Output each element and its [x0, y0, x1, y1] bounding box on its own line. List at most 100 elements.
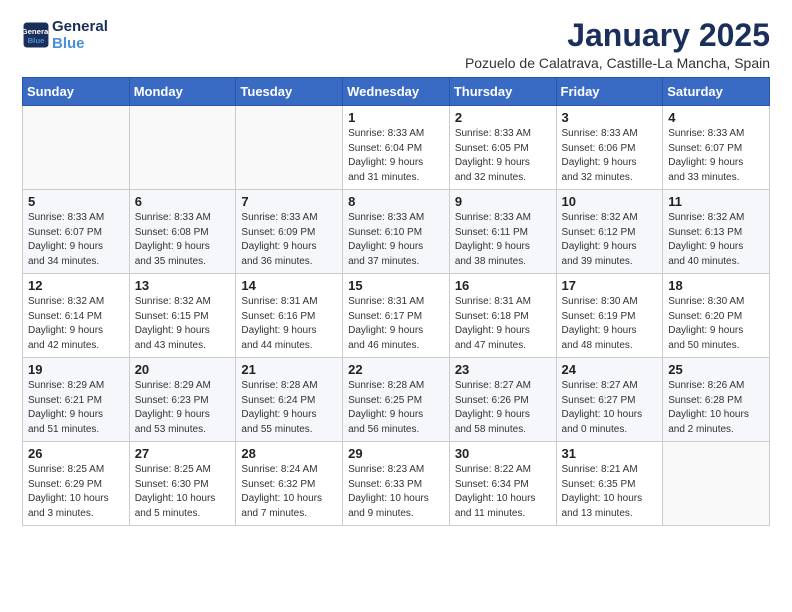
- day-number: 30: [455, 446, 551, 461]
- logo: General Blue GeneralBlue: [22, 18, 108, 53]
- calendar-cell: 24 Sunrise: 8:27 AM Sunset: 6:27 PM Dayli…: [556, 358, 663, 442]
- day-number: 19: [28, 362, 124, 377]
- calendar-cell: 8 Sunrise: 8:33 AM Sunset: 6:10 PM Daylig…: [343, 190, 450, 274]
- header: General Blue GeneralBlue January 2025 Po…: [22, 18, 770, 71]
- calendar-cell: 22 Sunrise: 8:28 AM Sunset: 6:25 PM Dayli…: [343, 358, 450, 442]
- calendar-cell: [23, 106, 130, 190]
- calendar-cell: 28Sunrise: 8:24 AM Sunset: 6:32 PM Dayli…: [236, 442, 343, 526]
- day-info: Sunrise: 8:33 AM Sunset: 6:10 PM Dayligh…: [348, 211, 444, 269]
- calendar-cell: 6Sunrise: 8:33 AM Sunset: 6:08 PM Daylig…: [129, 190, 236, 274]
- day-number: 5: [28, 194, 124, 209]
- weekday-header: Friday: [556, 78, 663, 106]
- day-number: 7: [241, 194, 337, 209]
- calendar-cell: 21 Sunrise: 8:28 AM Sunset: 6:24 PM Dayli…: [236, 358, 343, 442]
- calendar-week-row: 12Sunrise: 8:32 AM Sunset: 6:14 PM Dayli…: [23, 274, 770, 358]
- day-number: 21: [241, 362, 337, 377]
- calendar-cell: 13 Sunrise: 8:32 AM Sunset: 6:15 PM Dayli…: [129, 274, 236, 358]
- calendar-cell: [129, 106, 236, 190]
- day-info: Sunrise: 8:33 AM Sunset: 6:09 PM Dayligh…: [241, 211, 337, 269]
- day-info: Sunrise: 8:29 AM Sunset: 6:21 PM Dayligh…: [28, 379, 124, 437]
- day-info: Sunrise: 8:31 AM Sunset: 6:17 PM Dayligh…: [348, 295, 444, 353]
- day-info: Sunrise: 8:32 AM Sunset: 6:13 PM Dayligh…: [668, 211, 764, 269]
- day-number: 24: [562, 362, 658, 377]
- calendar-cell: [663, 442, 770, 526]
- calendar-cell: 3 Sunrise: 8:33 AM Sunset: 6:06 PM Daylig…: [556, 106, 663, 190]
- day-number: 17: [562, 278, 658, 293]
- day-number: 8: [348, 194, 444, 209]
- calendar-cell: 30 Sunrise: 8:22 AM Sunset: 6:34 PM Dayli…: [449, 442, 556, 526]
- page-subtitle: Pozuelo de Calatrava, Castille-La Mancha…: [465, 55, 770, 71]
- day-info: Sunrise: 8:30 AM Sunset: 6:20 PM Dayligh…: [668, 295, 764, 353]
- day-info: Sunrise: 8:33 AM Sunset: 6:07 PM Dayligh…: [668, 127, 764, 185]
- day-info: Sunrise: 8:27 AM Sunset: 6:26 PM Dayligh…: [455, 379, 551, 437]
- day-info: Sunrise: 8:29 AM Sunset: 6:23 PM Dayligh…: [135, 379, 231, 437]
- svg-text:General: General: [22, 27, 50, 36]
- day-info: Sunrise: 8:25 AM Sunset: 6:30 PM Dayligh…: [135, 463, 231, 521]
- weekday-header: Monday: [129, 78, 236, 106]
- calendar-cell: 7 Sunrise: 8:33 AM Sunset: 6:09 PM Daylig…: [236, 190, 343, 274]
- day-number: 14: [241, 278, 337, 293]
- calendar-cell: 12Sunrise: 8:32 AM Sunset: 6:14 PM Dayli…: [23, 274, 130, 358]
- day-number: 13: [135, 278, 231, 293]
- day-info: Sunrise: 8:21 AM Sunset: 6:35 PM Dayligh…: [562, 463, 658, 521]
- calendar-header-row: SundayMondayTuesdayWednesdayThursdayFrid…: [23, 78, 770, 106]
- calendar-cell: 19 Sunrise: 8:29 AM Sunset: 6:21 PM Dayli…: [23, 358, 130, 442]
- day-number: 31: [562, 446, 658, 461]
- day-info: Sunrise: 8:32 AM Sunset: 6:15 PM Dayligh…: [135, 295, 231, 353]
- day-number: 15: [348, 278, 444, 293]
- day-info: Sunrise: 8:33 AM Sunset: 6:04 PM Dayligh…: [348, 127, 444, 185]
- calendar-week-row: 26Sunrise: 8:25 AM Sunset: 6:29 PM Dayli…: [23, 442, 770, 526]
- day-number: 4: [668, 110, 764, 125]
- logo-text: GeneralBlue: [52, 18, 108, 53]
- day-number: 11: [668, 194, 764, 209]
- calendar-cell: 10 Sunrise: 8:32 AM Sunset: 6:12 PM Dayli…: [556, 190, 663, 274]
- day-info: Sunrise: 8:28 AM Sunset: 6:25 PM Dayligh…: [348, 379, 444, 437]
- day-info: Sunrise: 8:33 AM Sunset: 6:11 PM Dayligh…: [455, 211, 551, 269]
- day-number: 22: [348, 362, 444, 377]
- day-info: Sunrise: 8:33 AM Sunset: 6:05 PM Dayligh…: [455, 127, 551, 185]
- calendar-table: SundayMondayTuesdayWednesdayThursdayFrid…: [22, 77, 770, 526]
- day-info: Sunrise: 8:33 AM Sunset: 6:06 PM Dayligh…: [562, 127, 658, 185]
- day-info: Sunrise: 8:32 AM Sunset: 6:12 PM Dayligh…: [562, 211, 658, 269]
- calendar-cell: 16Sunrise: 8:31 AM Sunset: 6:18 PM Dayli…: [449, 274, 556, 358]
- weekday-header: Wednesday: [343, 78, 450, 106]
- day-info: Sunrise: 8:33 AM Sunset: 6:07 PM Dayligh…: [28, 211, 124, 269]
- day-number: 1: [348, 110, 444, 125]
- calendar-cell: 2 Sunrise: 8:33 AM Sunset: 6:05 PM Daylig…: [449, 106, 556, 190]
- day-info: Sunrise: 8:32 AM Sunset: 6:14 PM Dayligh…: [28, 295, 124, 353]
- calendar-week-row: 19 Sunrise: 8:29 AM Sunset: 6:21 PM Dayli…: [23, 358, 770, 442]
- day-info: Sunrise: 8:27 AM Sunset: 6:27 PM Dayligh…: [562, 379, 658, 437]
- day-number: 16: [455, 278, 551, 293]
- day-number: 9: [455, 194, 551, 209]
- weekday-header: Saturday: [663, 78, 770, 106]
- calendar-cell: 1 Sunrise: 8:33 AM Sunset: 6:04 PM Daylig…: [343, 106, 450, 190]
- weekday-header: Thursday: [449, 78, 556, 106]
- calendar-cell: 26Sunrise: 8:25 AM Sunset: 6:29 PM Dayli…: [23, 442, 130, 526]
- day-number: 29: [348, 446, 444, 461]
- calendar-cell: 4 Sunrise: 8:33 AM Sunset: 6:07 PM Daylig…: [663, 106, 770, 190]
- calendar-cell: 18 Sunrise: 8:30 AM Sunset: 6:20 PM Dayli…: [663, 274, 770, 358]
- day-number: 2: [455, 110, 551, 125]
- day-info: Sunrise: 8:26 AM Sunset: 6:28 PM Dayligh…: [668, 379, 764, 437]
- day-info: Sunrise: 8:33 AM Sunset: 6:08 PM Dayligh…: [135, 211, 231, 269]
- day-info: Sunrise: 8:23 AM Sunset: 6:33 PM Dayligh…: [348, 463, 444, 521]
- calendar-cell: 5 Sunrise: 8:33 AM Sunset: 6:07 PM Daylig…: [23, 190, 130, 274]
- day-number: 10: [562, 194, 658, 209]
- page-title: January 2025: [465, 18, 770, 53]
- day-number: 27: [135, 446, 231, 461]
- day-info: Sunrise: 8:28 AM Sunset: 6:24 PM Dayligh…: [241, 379, 337, 437]
- calendar-cell: 15 Sunrise: 8:31 AM Sunset: 6:17 PM Dayli…: [343, 274, 450, 358]
- calendar-cell: 27 Sunrise: 8:25 AM Sunset: 6:30 PM Dayli…: [129, 442, 236, 526]
- day-number: 3: [562, 110, 658, 125]
- calendar-cell: 25Sunrise: 8:26 AM Sunset: 6:28 PM Dayli…: [663, 358, 770, 442]
- calendar-cell: 23 Sunrise: 8:27 AM Sunset: 6:26 PM Dayli…: [449, 358, 556, 442]
- day-number: 20: [135, 362, 231, 377]
- day-number: 18: [668, 278, 764, 293]
- day-info: Sunrise: 8:25 AM Sunset: 6:29 PM Dayligh…: [28, 463, 124, 521]
- calendar-cell: 11 Sunrise: 8:32 AM Sunset: 6:13 PM Dayli…: [663, 190, 770, 274]
- calendar-cell: 14Sunrise: 8:31 AM Sunset: 6:16 PM Dayli…: [236, 274, 343, 358]
- calendar-cell: 9 Sunrise: 8:33 AM Sunset: 6:11 PM Daylig…: [449, 190, 556, 274]
- calendar-week-row: 1 Sunrise: 8:33 AM Sunset: 6:04 PM Daylig…: [23, 106, 770, 190]
- day-number: 23: [455, 362, 551, 377]
- day-info: Sunrise: 8:22 AM Sunset: 6:34 PM Dayligh…: [455, 463, 551, 521]
